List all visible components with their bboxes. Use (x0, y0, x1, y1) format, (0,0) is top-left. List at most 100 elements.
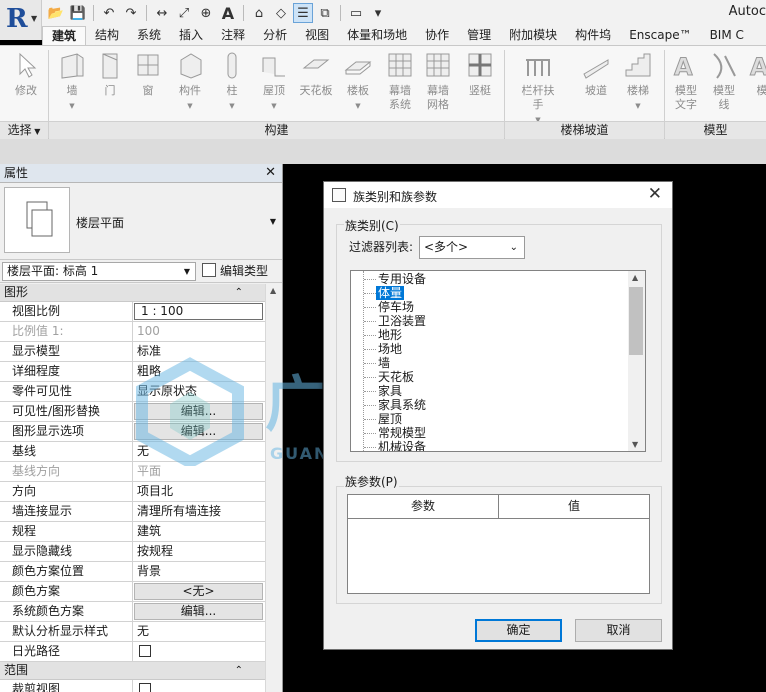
property-value[interactable]: 显示原状态 (133, 382, 265, 401)
tab-6[interactable]: 视图 (296, 26, 338, 46)
family-params-table[interactable]: 参数 值 (347, 494, 650, 594)
tab-9[interactable]: 管理 (458, 26, 500, 46)
section-icon[interactable]: ◇ (271, 3, 291, 23)
property-edit-button[interactable]: <无> (134, 583, 263, 600)
scroll-thumb[interactable] (629, 287, 643, 355)
undo-icon[interactable]: ↶ (99, 3, 119, 23)
build-tool-4-button[interactable]: 柱 ▼ (214, 50, 250, 113)
tab-8[interactable]: 协作 (416, 26, 458, 46)
tab-13[interactable]: BIM C (701, 26, 753, 46)
column-header-value[interactable]: 值 (499, 495, 649, 518)
build-tool-9-button[interactable]: 幕墙 网格 (420, 50, 456, 112)
properties-scrollbar[interactable]: ▲ (265, 284, 282, 692)
property-value[interactable]: 无 (133, 622, 265, 641)
instance-selector[interactable]: 楼层平面: 标高 1 ▼ (2, 262, 196, 281)
tab-0[interactable]: 建筑 (42, 26, 87, 46)
filter-list-select[interactable]: <多个> ⌄ (419, 236, 525, 259)
list-item[interactable]: 家具系统 (378, 398, 426, 412)
column-header-param[interactable]: 参数 (348, 495, 499, 518)
stair-tool-2-button[interactable]: 楼梯 ▼ (620, 50, 656, 113)
tab-10[interactable]: 附加模块 (500, 26, 566, 46)
scroll-up-icon[interactable]: ▲ (632, 273, 638, 282)
property-value[interactable]: 粗略 (133, 362, 265, 381)
scroll-down-icon[interactable]: ▼ (632, 440, 638, 449)
customize-icon[interactable]: ▾ (368, 3, 388, 23)
tab-3[interactable]: 插入 (170, 26, 212, 46)
tab-12[interactable]: Enscape™ (620, 26, 700, 46)
tab-11[interactable]: 构件坞 (566, 26, 620, 46)
close-hidden-icon[interactable]: ⧉ (315, 3, 335, 23)
extents-group-header[interactable]: 范围 ⌃ (0, 662, 265, 680)
build-tool-6-button[interactable]: 天花板 (298, 50, 334, 98)
collapse-icon[interactable]: ⌃ (235, 662, 243, 679)
build-tool-10-button[interactable]: 竖梃 (462, 50, 498, 98)
build-tool-5-button[interactable]: 屋顶 ▼ (256, 50, 292, 113)
tab-7[interactable]: 体量和场地 (338, 26, 416, 46)
category-list-scrollbar[interactable]: ▲ ▼ (628, 271, 645, 451)
tab-2[interactable]: 系统 (128, 26, 170, 46)
list-item[interactable]: 停车场 (378, 300, 414, 314)
build-tool-3-button[interactable]: 构件 ▼ (172, 50, 208, 113)
property-edit-button[interactable]: 编辑... (134, 403, 263, 420)
property-value[interactable] (133, 642, 265, 661)
edit-type-button[interactable]: 编辑类型 (202, 262, 268, 281)
switch-windows-icon[interactable]: ▭ (346, 3, 366, 23)
tab-4[interactable]: 注释 (212, 26, 254, 46)
measure-icon[interactable]: ↔ (152, 3, 172, 23)
property-value[interactable]: 背景 (133, 562, 265, 581)
stair-tool-0-button[interactable]: 栏杆扶手 ▼ (520, 50, 556, 127)
property-value[interactable]: 项目北 (133, 482, 265, 501)
model-panel-label[interactable]: 模型 (665, 121, 766, 139)
category-list[interactable]: ▲ ▼ 专用设备 体量 停车场 卫浴装置 地形 场地墙天花板 家具 家具系统 屋顶 常规模型 机械设… (350, 270, 646, 452)
property-value[interactable]: 建筑 (133, 522, 265, 541)
close-icon[interactable]: ✕ (265, 164, 276, 182)
checkbox[interactable] (139, 645, 151, 657)
redo-icon[interactable]: ↷ (121, 3, 141, 23)
property-edit-button[interactable]: 编辑... (134, 603, 263, 620)
list-item[interactable]: 体量 (376, 286, 405, 300)
type-selector[interactable]: 楼层平面 ▼ (0, 183, 282, 259)
list-item[interactable]: 常规模型 (378, 426, 426, 440)
open-icon[interactable]: 📂 (46, 3, 66, 23)
stair-tool-1-button[interactable]: 坡道 (578, 50, 614, 98)
list-item[interactable]: 卫浴装置 (378, 314, 426, 328)
property-value[interactable] (133, 680, 265, 692)
build-tool-8-button[interactable]: 幕墙 系统 (382, 50, 418, 112)
list-item[interactable]: 墙 (378, 356, 390, 370)
application-menu-button[interactable]: R ▼ (0, 0, 42, 40)
model-tool-2-button[interactable]: A模 (744, 50, 766, 98)
save-icon[interactable]: 💾 (68, 3, 88, 23)
build-tool-1-button[interactable]: 门 (92, 50, 128, 98)
ok-button[interactable]: 确定 (475, 619, 562, 642)
modify-button[interactable]: 修改 (8, 50, 44, 98)
graphics-group-header[interactable]: 图形 ⌃ (0, 284, 265, 302)
checkbox[interactable] (139, 683, 151, 692)
select-panel-label[interactable]: 选择 ▼ (0, 121, 48, 139)
list-item[interactable]: 屋顶 (378, 412, 402, 426)
collapse-icon[interactable]: ⌃ (235, 284, 243, 301)
build-tool-0-button[interactable]: 墙 ▼ (54, 50, 90, 113)
list-item[interactable]: 专用设备 (378, 272, 426, 286)
close-icon[interactable]: ✕ (648, 184, 662, 204)
property-value[interactable]: 无 (133, 442, 265, 461)
list-item[interactable]: 机械设备 (378, 440, 426, 451)
property-value[interactable]: 清理所有墙连接 (133, 502, 265, 521)
property-edit-button[interactable]: 编辑... (134, 423, 263, 440)
scroll-up-icon[interactable]: ▲ (270, 286, 276, 295)
list-item[interactable]: 地形 (378, 328, 402, 342)
list-item[interactable]: 天花板 (378, 370, 414, 384)
build-tool-7-button[interactable]: 楼板 ▼ (340, 50, 376, 113)
stair-panel-label[interactable]: 楼梯坡道 (505, 121, 664, 139)
build-tool-2-button[interactable]: 窗 (130, 50, 166, 98)
thin-lines-icon[interactable]: ☰ (293, 3, 313, 23)
tab-5[interactable]: 分析 (254, 26, 296, 46)
list-item[interactable]: 场地 (378, 342, 402, 356)
3d-view-icon[interactable]: ⌂ (249, 3, 269, 23)
chevron-down-icon[interactable]: ▼ (270, 217, 276, 226)
build-panel-label[interactable]: 构建 (49, 121, 504, 139)
property-value[interactable]: 1 : 100 (134, 303, 263, 320)
tab-1[interactable]: 结构 (86, 26, 128, 46)
property-value[interactable]: 按规程 (133, 542, 265, 561)
property-value[interactable]: 标准 (133, 342, 265, 361)
dimension-icon[interactable]: ⤢ (174, 3, 194, 23)
